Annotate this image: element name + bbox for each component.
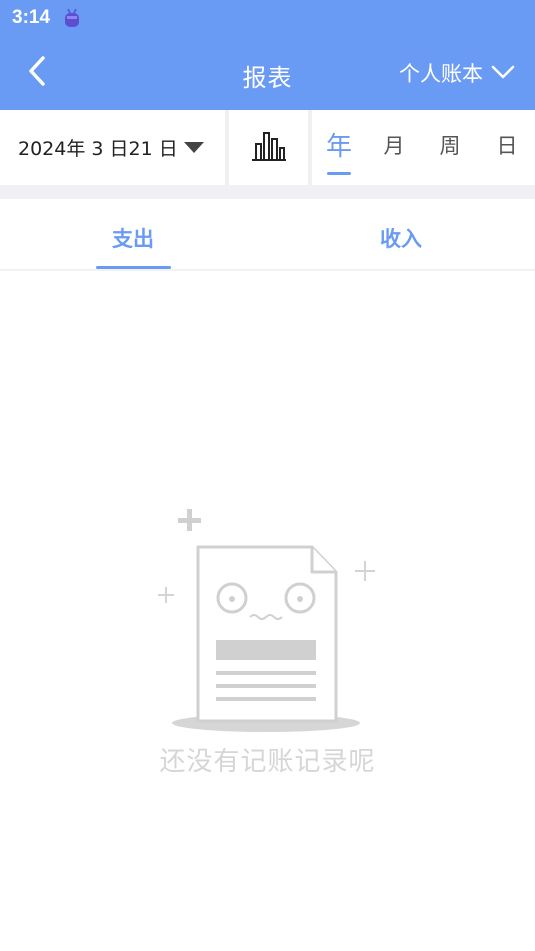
status-time: 3:14 bbox=[12, 7, 51, 28]
app-notification-icon bbox=[62, 7, 82, 29]
date-text: 2024年 3 日21 日 bbox=[18, 138, 178, 160]
book-selector[interactable]: 个人账本 bbox=[399, 58, 515, 88]
date-selector[interactable]: 2024年 3 日21 日 bbox=[0, 110, 225, 185]
tab-month[interactable]: 月 bbox=[379, 130, 409, 160]
tab-year-label: 年 bbox=[325, 132, 352, 162]
filter-bar: 2024年 3 日21 日 年 月 周 日 bbox=[0, 110, 535, 185]
period-tabs: 年 月 周 日 bbox=[312, 110, 535, 185]
type-tabs: 支出 收入 bbox=[0, 199, 535, 271]
active-type-indicator bbox=[96, 266, 171, 269]
status-bar: 3:14 bbox=[0, 0, 535, 36]
tab-income[interactable]: 收入 bbox=[380, 223, 422, 253]
report-screen: 3:14 报表 个人账本 2024年 3 日21 日 年 月 周 日 支出 收入… bbox=[0, 0, 535, 951]
tab-expense[interactable]: 支出 bbox=[112, 223, 154, 253]
bar-chart-icon bbox=[250, 129, 288, 167]
chevron-left-icon bbox=[27, 55, 47, 91]
chevron-down-icon bbox=[491, 61, 515, 85]
empty-document-icon bbox=[150, 503, 390, 743]
triangle-down-icon bbox=[184, 142, 204, 153]
active-tab-indicator bbox=[327, 172, 351, 175]
empty-message: 还没有记账记录呢 bbox=[159, 747, 376, 777]
tab-day[interactable]: 日 bbox=[492, 130, 522, 160]
book-selector-label: 个人账本 bbox=[399, 62, 483, 86]
chart-toggle-button[interactable] bbox=[229, 110, 308, 185]
title-bar: 报表 个人账本 bbox=[0, 36, 535, 110]
back-button[interactable] bbox=[18, 54, 56, 92]
header: 3:14 报表 个人账本 bbox=[0, 0, 535, 110]
section-separator bbox=[0, 185, 535, 199]
tab-year[interactable]: 年 bbox=[324, 126, 354, 175]
tab-week[interactable]: 周 bbox=[435, 130, 465, 160]
empty-state: 还没有记账记录呢 bbox=[0, 271, 535, 951]
